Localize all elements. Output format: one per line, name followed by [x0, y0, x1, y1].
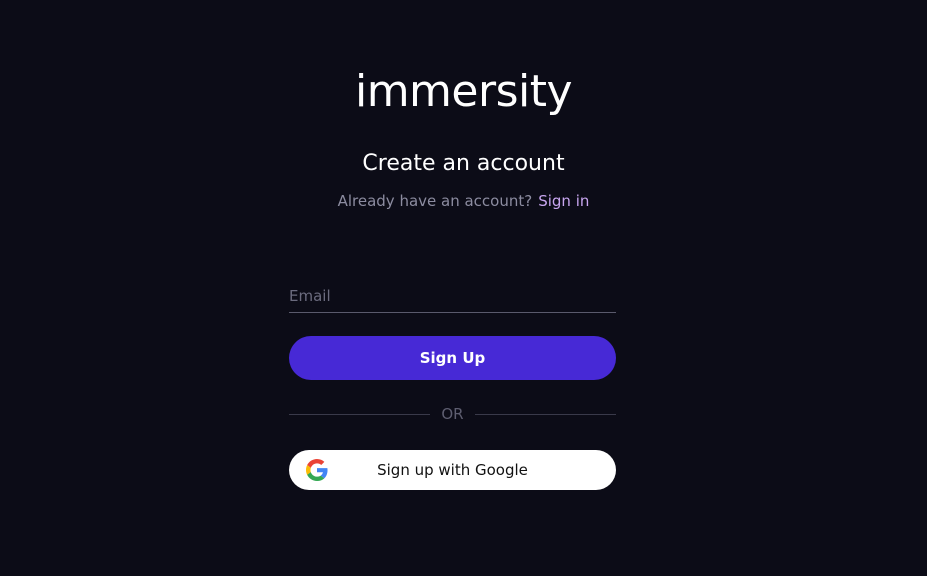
or-divider: OR: [289, 404, 616, 424]
signin-prompt-text: Already have an account?: [337, 192, 533, 210]
signin-link[interactable]: Sign in: [538, 192, 589, 210]
signup-page: immersity Create an account Already have…: [0, 0, 927, 576]
immersity-logo: immersity: [354, 66, 573, 117]
email-field[interactable]: [289, 282, 616, 310]
divider-line-right: [475, 414, 616, 415]
google-signup-label: Sign up with Google: [377, 461, 528, 479]
email-field-wrapper: [289, 282, 616, 313]
page-title: Create an account: [362, 151, 565, 176]
signin-prompt-row: Already have an account? Sign in: [0, 191, 927, 211]
google-signup-button[interactable]: Sign up with Google: [289, 450, 616, 490]
sign-up-button[interactable]: Sign Up: [289, 336, 616, 380]
